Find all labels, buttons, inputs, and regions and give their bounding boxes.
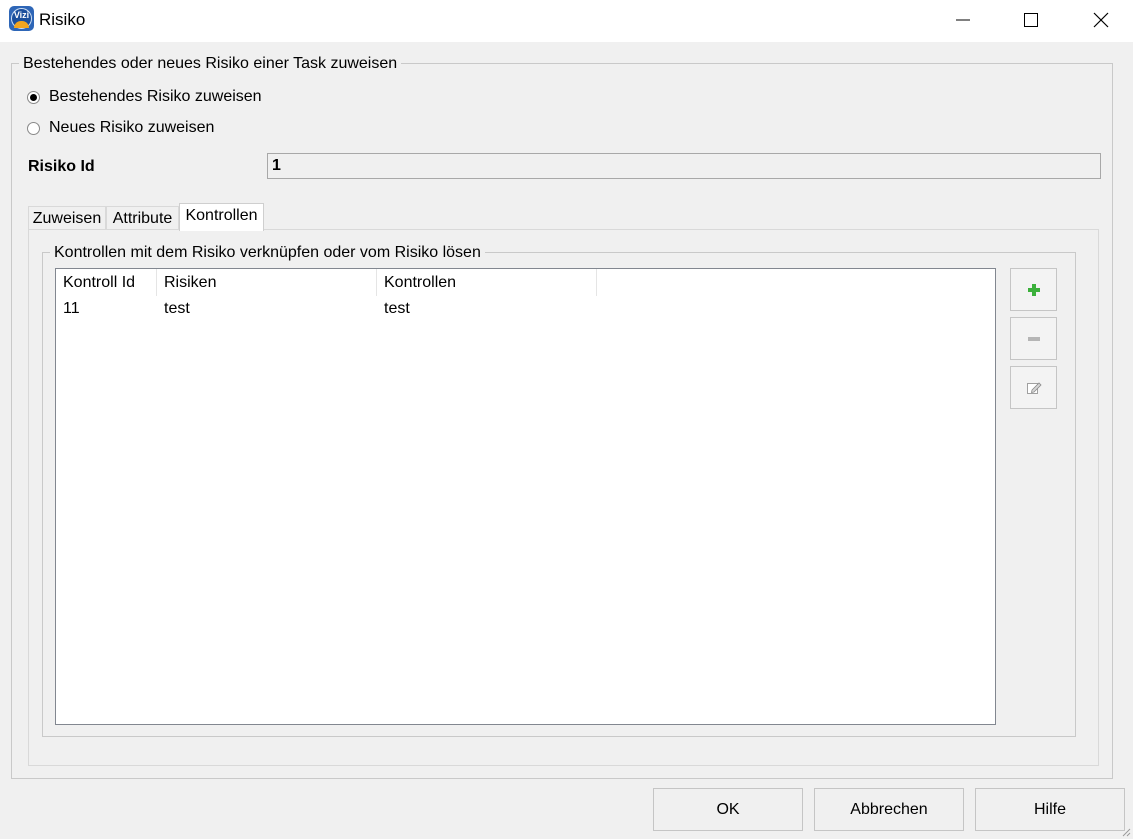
controls-table[interactable]: Kontroll Id Risiken Kontrollen 11 test t…: [55, 268, 996, 725]
tab-kontrollen[interactable]: Kontrollen: [179, 203, 264, 231]
radio-new-risk-indicator[interactable]: [27, 121, 40, 135]
radio-existing-risk-label: Bestehendes Risiko zuweisen: [49, 88, 262, 105]
vizi-logo-icon: Vizi: [9, 6, 34, 31]
maximize-button[interactable]: [996, 0, 1066, 40]
close-button[interactable]: [1066, 0, 1133, 40]
minimize-button[interactable]: [928, 0, 998, 40]
title-bar: Vizi Risiko: [0, 0, 1133, 42]
radio-existing-risk[interactable]: Bestehendes Risiko zuweisen: [27, 88, 262, 106]
table-cell-kontrollen: test: [384, 300, 410, 317]
remove-control-button[interactable]: [1010, 317, 1057, 360]
edit-control-button[interactable]: [1010, 366, 1057, 409]
assign-risk-legend: Bestehendes oder neues Risiko einer Task…: [19, 55, 402, 73]
controls-legend: Kontrollen mit dem Risiko verknüpfen ode…: [50, 244, 485, 262]
minus-icon: [1027, 336, 1040, 341]
close-icon: [1093, 12, 1109, 28]
radio-new-risk[interactable]: Neues Risiko zuweisen: [27, 119, 214, 137]
plus-icon: [1027, 283, 1040, 296]
radio-existing-risk-indicator[interactable]: [27, 90, 40, 104]
edit-icon: [1026, 381, 1042, 394]
minimize-icon: [956, 19, 970, 21]
table-cell-risiken: test: [164, 300, 190, 317]
tab-attribute[interactable]: Attribute: [106, 206, 179, 230]
tab-zuweisen[interactable]: Zuweisen: [28, 206, 106, 230]
risiko-id-field[interactable]: 1: [267, 153, 1101, 179]
radio-new-risk-label: Neues Risiko zuweisen: [49, 119, 215, 136]
column-header-kontroll-id[interactable]: Kontroll Id: [56, 269, 157, 296]
help-button[interactable]: Hilfe: [975, 788, 1125, 831]
maximize-icon: [1024, 13, 1038, 27]
table-cell-kontroll-id: 11: [63, 300, 80, 317]
column-header-kontrollen[interactable]: Kontrollen: [377, 269, 597, 296]
risiko-id-label: Risiko Id: [28, 158, 95, 175]
cancel-button[interactable]: Abbrechen: [814, 788, 964, 831]
window-title: Risiko: [39, 10, 86, 29]
resize-grip-icon[interactable]: [1121, 827, 1131, 837]
add-control-button[interactable]: [1010, 268, 1057, 311]
column-header-risiken[interactable]: Risiken: [157, 269, 377, 296]
ok-button[interactable]: OK: [653, 788, 803, 831]
